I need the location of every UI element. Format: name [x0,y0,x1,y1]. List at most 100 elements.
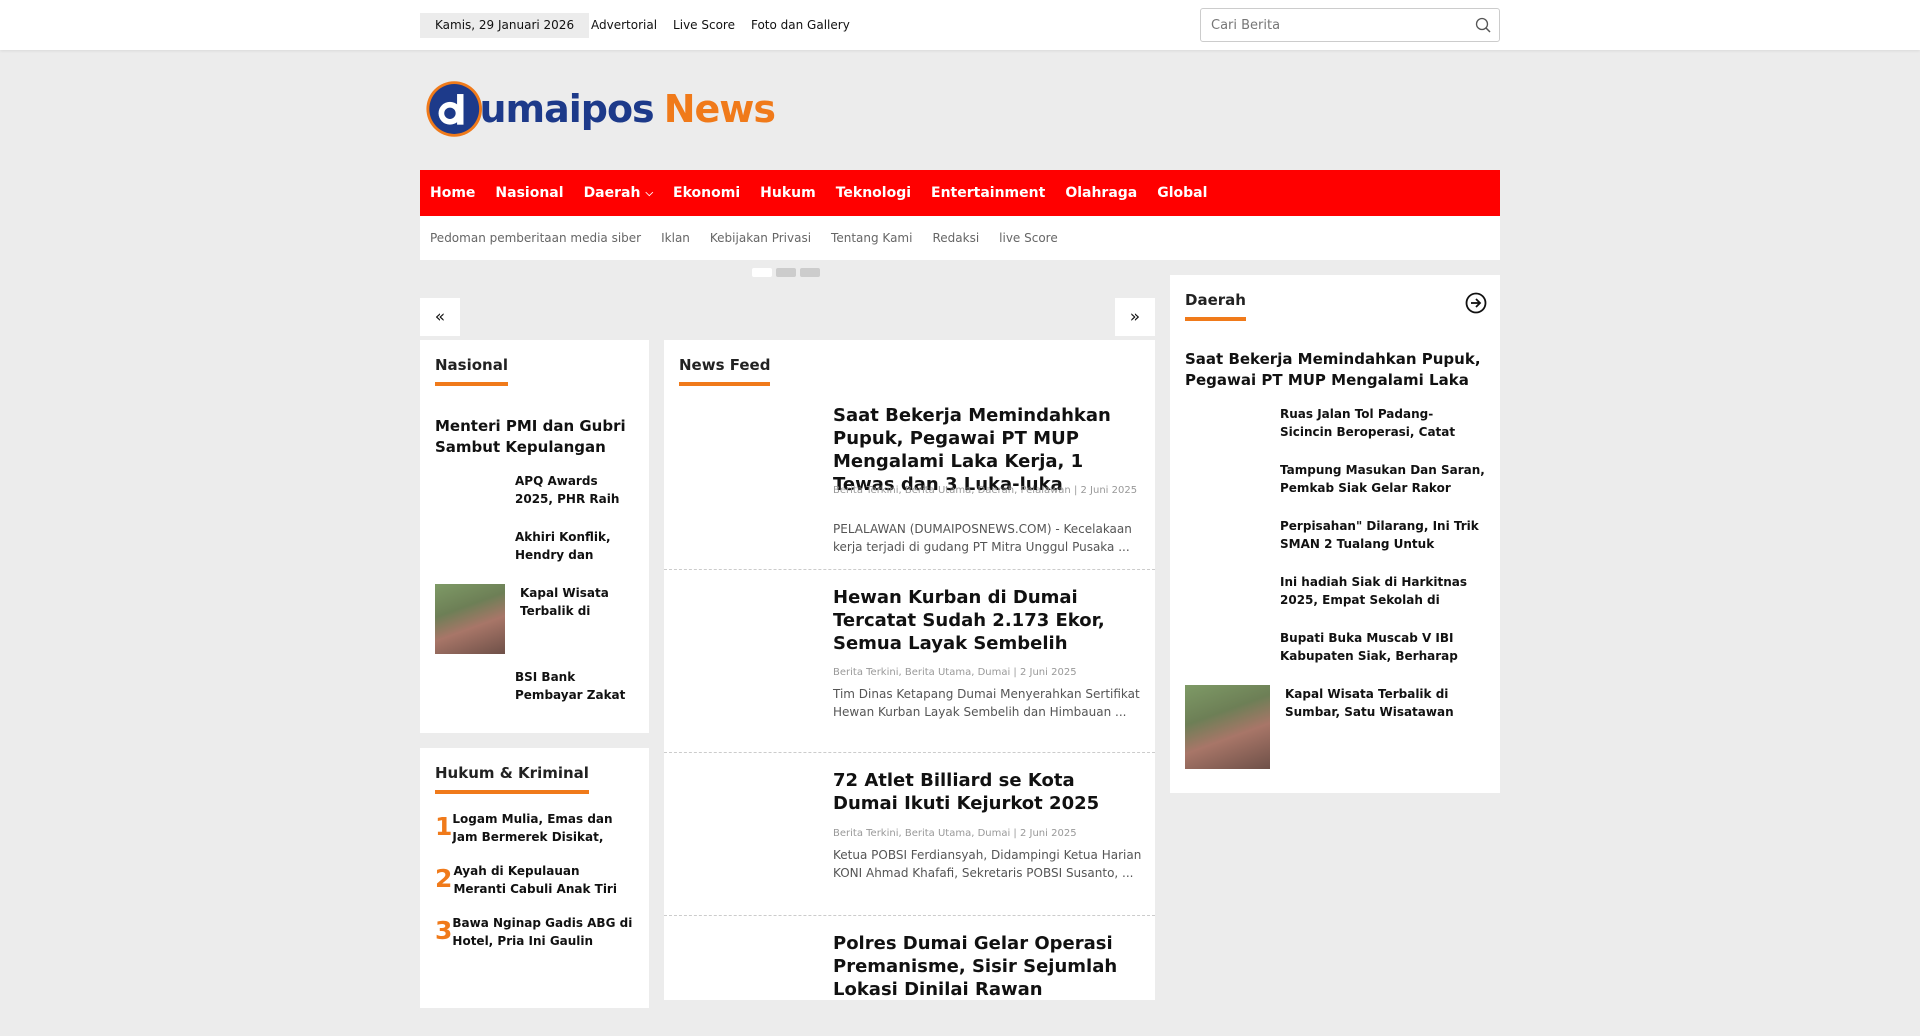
feed-item-title[interactable]: 72 Atlet Billiard se Kota Dumai Ikuti Ke… [833,769,1145,815]
list-item-title[interactable]: Logam Mulia, Emas dan Jam Bermerek Disik… [452,810,634,846]
list-item-title[interactable]: APQ Awards 2025, PHR Raih Tiga Pengharga… [515,472,634,508]
list-item[interactable]: APQ Awards 2025, PHR Raih Tiga Pengharga… [435,472,634,514]
feed-item-excerpt: Tim Dinas Ketapang Dumai Menyerahkan Ser… [833,687,1140,719]
list-item[interactable]: Tampung Masukan Dan Saran, Pemkab Siak G… [1185,461,1485,503]
list-item-title[interactable]: Kapal Wisata Terbalik di Sumbar, Satu Wi… [1285,685,1485,721]
site-logo[interactable]: umaipos News [425,68,776,150]
list-item[interactable]: Akhiri Konflik, Hendry dan Rekan Berdama… [435,528,634,570]
logo-mark-icon [426,81,483,137]
list-item-title[interactable]: Ini hadiah Siak di Harkitnas 2025, Empat… [1280,573,1485,609]
top-link-live-score[interactable]: Live Score [673,13,735,38]
nav-item-nasional[interactable]: Nasional [495,185,563,201]
search-icon[interactable] [1475,17,1491,33]
list-item-title[interactable]: Kapal Wisata Terbalik di Sumbar [520,584,634,620]
widget-title: Nasional [435,356,508,386]
list-item[interactable]: 1 Logam Mulia, Emas dan Jam Bermerek Dis… [435,810,634,846]
list-item-title[interactable]: Ayah di Kepulauan Meranti Cabuli Anak Ti… [453,862,634,898]
feed-item[interactable]: Saat Bekerja Memindahkan Pupuk, Pegawai … [664,390,1155,570]
search-input[interactable] [1201,9,1451,41]
feed-item[interactable]: Hewan Kurban di Dumai Tercatat Sudah 2.1… [664,570,1155,753]
thumbnail [435,472,505,514]
slider-dot[interactable] [776,268,796,277]
chevron-down-icon: ⌵ [645,187,654,199]
feed-item[interactable]: 72 Atlet Billiard se Kota Dumai Ikuti Ke… [664,753,1155,916]
slider-dots [752,268,820,277]
thumbnail [1185,517,1270,559]
subnav-item-kebijakan[interactable]: Kebijakan Privasi [710,231,811,245]
slider-dot[interactable] [752,268,772,277]
news-feed: News Feed Saat Bekerja Memindahkan Pupuk… [664,340,1155,1000]
top-bar: Kamis, 29 Januari 2026 Advertorial Live … [0,0,1920,50]
feed-item-excerpt: PELALAWAN (DUMAIPOSNEWS.COM) - Kecelakaa… [833,522,1132,554]
search-box [1200,8,1500,42]
subnav-item-live-score[interactable]: live Score [999,231,1058,245]
list-item[interactable]: 2 Ayah di Kepulauan Meranti Cabuli Anak … [435,862,634,898]
main-nav: Home Nasional Daerah ⌵ Ekonomi Hukum Tekn… [420,170,1500,216]
slider-dot[interactable] [800,268,820,277]
list-item-title[interactable]: Perpisahan" Dilarang, Ini Trik SMAN 2 Tu… [1280,517,1485,553]
list-item-title[interactable]: Ruas Jalan Tol Padang-Sicincin Beroperas… [1280,405,1485,441]
nav-item-global[interactable]: Global [1157,185,1207,201]
nav-item-home[interactable]: Home [430,185,475,201]
widget-title: Hukum & Kriminal [435,764,589,794]
subnav-item-iklan[interactable]: Iklan [661,231,690,245]
feed-item[interactable]: Polres Dumai Gelar Operasi Premanisme, S… [664,916,1155,1036]
logo-text-news: News [663,87,776,131]
feed-item-meta: Berita Terkini, Berita Utama, Dumai | 2 … [833,667,1077,678]
daerah-lead-link[interactable]: Saat Bekerja Memindahkan Pupuk, Pegawai … [1185,349,1485,391]
thumbnail[interactable] [1185,685,1270,769]
nav-item-daerah-label: Daerah [583,185,641,201]
top-link-advertorial[interactable]: Advertorial [591,13,657,38]
list-item[interactable]: Kapal Wisata Terbalik di Sumbar, Satu Wi… [1185,685,1485,769]
subnav-item-redaksi[interactable]: Redaksi [932,231,979,245]
top-link-gallery[interactable]: Foto dan Gallery [751,13,850,38]
list-item[interactable]: Kapal Wisata Terbalik di Sumbar [435,584,634,654]
feed-item-meta: Berita Terkini, Berita Utama, Daerah, Pe… [833,485,1138,496]
widget-title: News Feed [679,356,771,386]
thumbnail [1185,405,1270,447]
hukum-kriminal-widget: Hukum & Kriminal 1 Logam Mulia, Emas dan… [420,748,649,1008]
thumbnail [435,528,505,570]
list-item-title[interactable]: Bupati Buka Muscab V IBI Kabupaten Siak,… [1280,629,1485,665]
feed-item-title[interactable]: Saat Bekerja Memindahkan Pupuk, Pegawai … [833,404,1145,496]
list-item[interactable]: Ruas Jalan Tol Padang-Sicincin Beroperas… [1185,405,1485,447]
list-item-title[interactable]: Bawa Nginap Gadis ABG di Hotel, Pria Ini… [452,914,634,950]
list-item-title[interactable]: BSI Bank Pembayar Zakat Terbaik [515,668,634,704]
arrow-right-circle-icon[interactable] [1465,292,1487,314]
rank-number: 3 [435,916,453,945]
nasional-widget: Nasional Menteri PMI dan Gubri Sambut Ke… [420,340,649,733]
list-item-title[interactable]: Tampung Masukan Dan Saran, Pemkab Siak G… [1280,461,1485,497]
nav-item-entertainment[interactable]: Entertainment [931,185,1045,201]
daerah-widget: Daerah Saat Bekerja Memindahkan Pupuk, P… [1170,275,1500,793]
feed-item-title[interactable]: Polres Dumai Gelar Operasi Premanisme, S… [833,932,1145,1001]
subnav-item-pedoman[interactable]: Pedoman pemberitaan media siber [430,231,641,245]
thumbnail[interactable] [435,584,505,654]
slider-next-button[interactable]: » [1115,298,1155,336]
rank-number: 1 [435,812,453,841]
top-links: Advertorial Live Score Foto dan Gallery [591,13,850,38]
list-item[interactable]: 3 Bawa Nginap Gadis ABG di Hotel, Pria I… [435,914,634,950]
nav-item-teknologi[interactable]: Teknologi [836,185,911,201]
nasional-lead-link[interactable]: Menteri PMI dan Gubri Sambut Kepulangan … [435,416,634,458]
list-item-title[interactable]: Akhiri Konflik, Hendry dan Rekan Berdama… [515,528,634,564]
list-item[interactable]: BSI Bank Pembayar Zakat Terbaik [435,668,634,710]
nav-item-olahraga[interactable]: Olahraga [1065,185,1137,201]
slider-prev-button[interactable]: « [420,298,460,336]
nav-item-ekonomi[interactable]: Ekonomi [673,185,740,201]
logo-text-dumaipos: umaipos [479,87,654,131]
current-date: Kamis, 29 Januari 2026 [420,13,590,38]
feed-item-meta: Berita Terkini, Berita Utama, Dumai | 2 … [833,828,1077,839]
subnav-item-tentang[interactable]: Tentang Kami [831,231,912,245]
feed-item-title[interactable]: Hewan Kurban di Dumai Tercatat Sudah 2.1… [833,586,1145,655]
feed-item-excerpt: Ketua POBSI Ferdiansyah, Didampingi Ketu… [833,848,1142,880]
thumbnail [435,668,505,710]
list-item[interactable]: Ini hadiah Siak di Harkitnas 2025, Empat… [1185,573,1485,615]
sub-nav: Pedoman pemberitaan media siber Iklan Ke… [420,216,1500,260]
nav-item-hukum[interactable]: Hukum [760,185,816,201]
nav-item-daerah[interactable]: Daerah ⌵ [584,185,653,201]
rank-number: 2 [435,864,453,893]
thumbnail [1185,573,1270,615]
list-item[interactable]: Bupati Buka Muscab V IBI Kabupaten Siak,… [1185,629,1485,671]
thumbnail [1185,461,1270,503]
list-item[interactable]: Perpisahan" Dilarang, Ini Trik SMAN 2 Tu… [1185,517,1485,559]
